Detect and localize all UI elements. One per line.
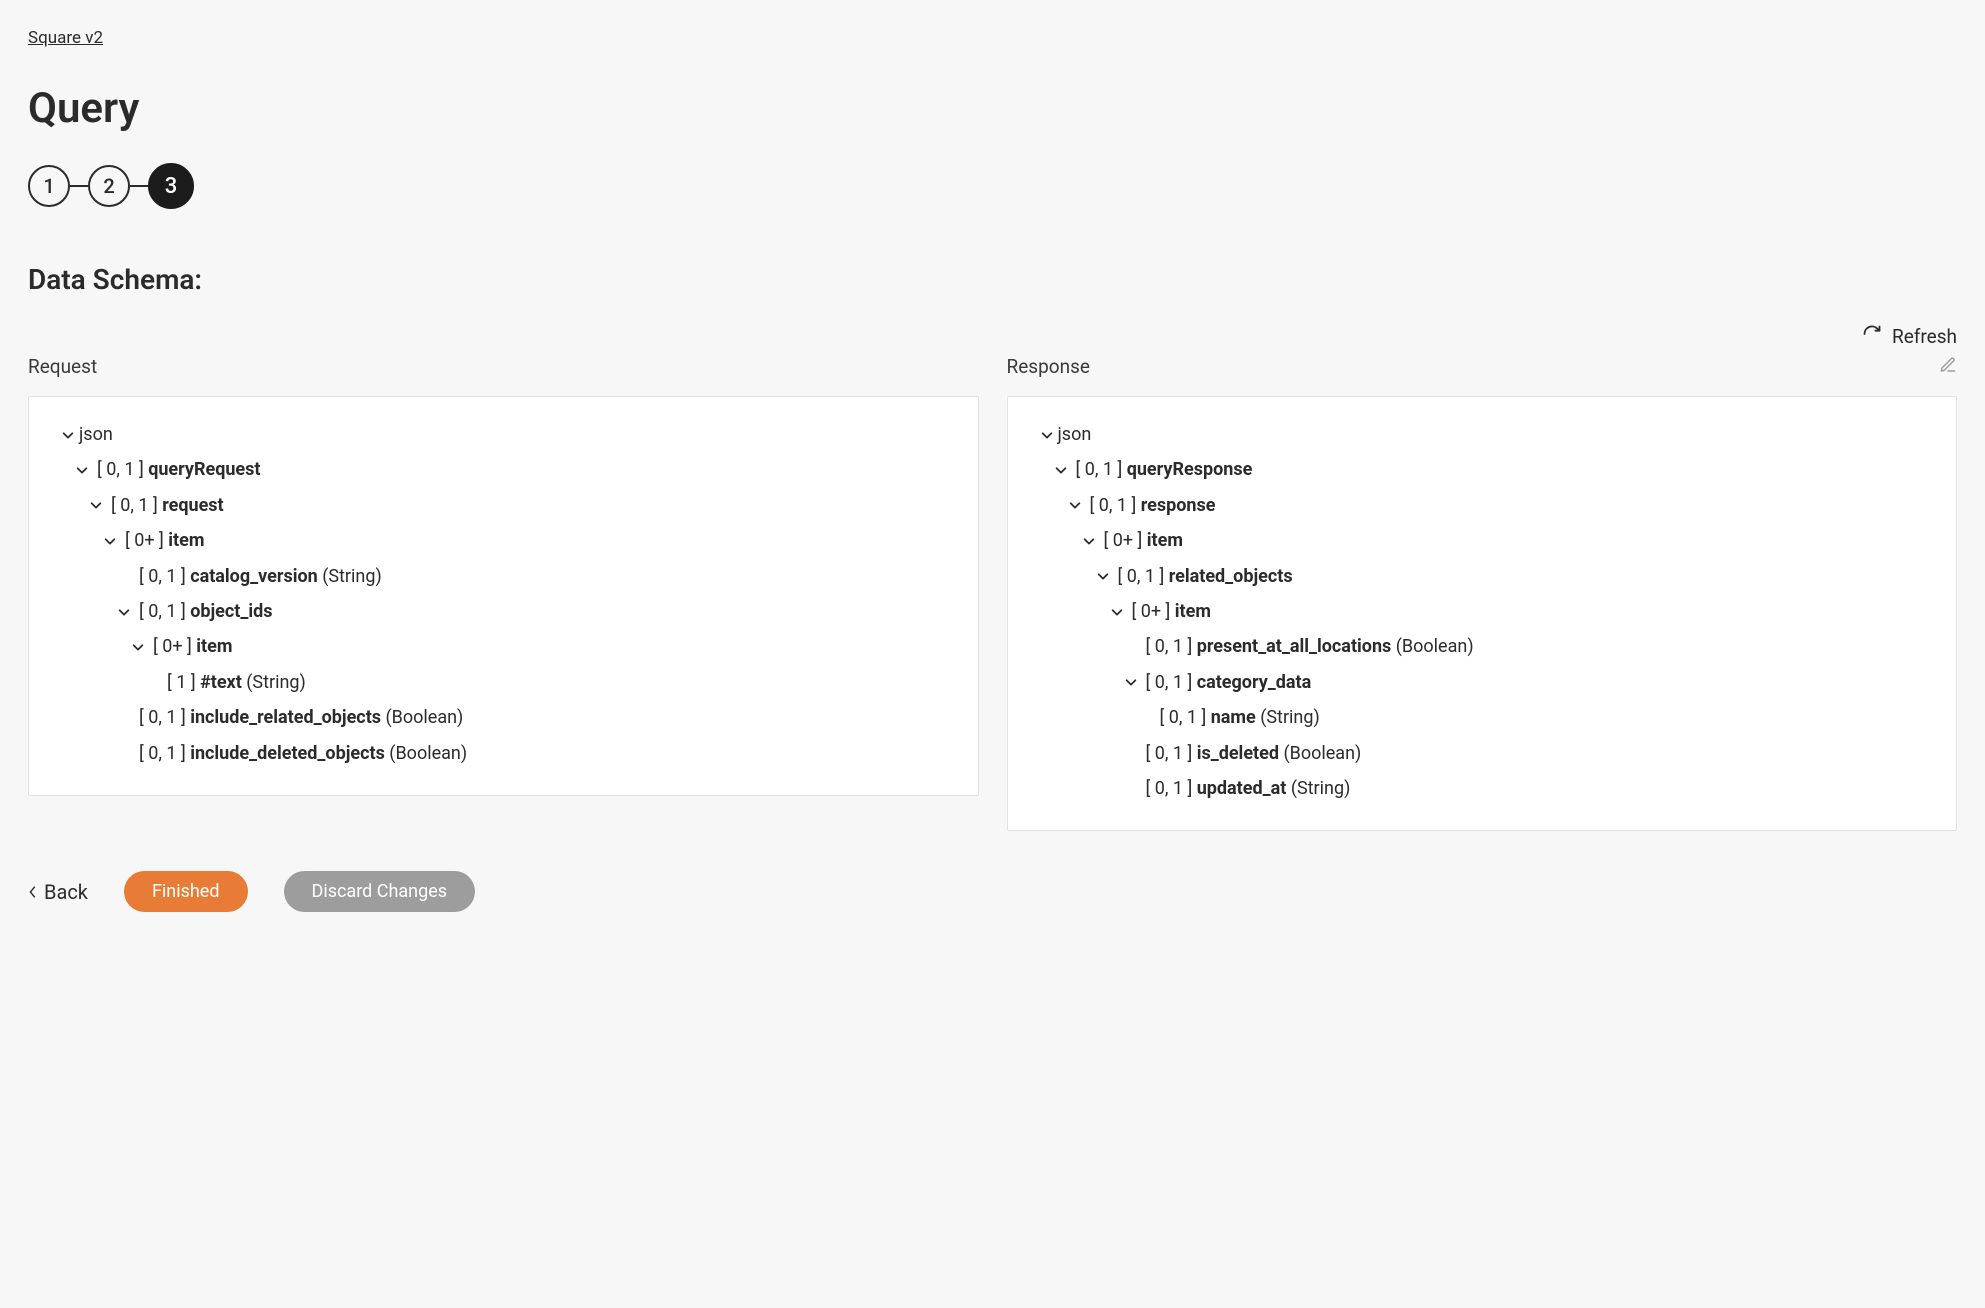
tree-node-label: [ 0, 1 ] updated_at (String) [1142, 777, 1351, 800]
stepper: 123 [28, 163, 1957, 209]
refresh-icon [1862, 324, 1882, 349]
tree-node-label: [ 0, 1 ] response [1086, 494, 1216, 517]
tree-row: json [1036, 417, 1929, 452]
tree-node-label: [ 0+ ] item [1100, 529, 1183, 552]
tree-row: [ 0, 1 ] category_data [1120, 665, 1929, 700]
tree-row: [ 0, 1 ] request [85, 488, 950, 523]
chevron-down-icon[interactable] [1120, 675, 1142, 689]
chevron-down-icon[interactable] [1078, 534, 1100, 548]
chevron-down-icon[interactable] [1050, 463, 1072, 477]
chevron-down-icon[interactable] [1036, 428, 1058, 442]
step-3[interactable]: 3 [148, 163, 194, 209]
tree-node-label: [ 0, 1 ] queryRequest [93, 458, 261, 481]
tree-node-label: json [79, 423, 113, 446]
step-connector [130, 185, 148, 187]
step-2[interactable]: 2 [88, 165, 130, 207]
tree-row: [ 0+ ] item [1078, 523, 1929, 558]
tree-row: [ 0, 1 ] object_ids [113, 594, 950, 629]
refresh-label: Refresh [1892, 325, 1957, 348]
back-button[interactable]: Back [28, 880, 88, 904]
chevron-down-icon[interactable] [1106, 605, 1128, 619]
tree-row: [ 0+ ] item [99, 523, 950, 558]
chevron-down-icon[interactable] [99, 534, 121, 548]
discard-button[interactable]: Discard Changes [284, 871, 476, 912]
tree-node-label: [ 0, 1 ] is_deleted (Boolean) [1142, 742, 1362, 765]
tree-node-label: [ 0, 1 ] include_related_objects (Boolea… [135, 706, 463, 729]
chevron-down-icon[interactable] [1064, 498, 1086, 512]
tree-row: [ 0, 1 ] is_deleted (Boolean) [1120, 736, 1929, 771]
tree-node-label: [ 0, 1 ] queryResponse [1072, 458, 1253, 481]
tree-row: [ 0, 1 ] include_deleted_objects (Boolea… [113, 736, 950, 771]
tree-row: json [57, 417, 950, 452]
response-label: Response [1007, 355, 1958, 378]
edit-icon[interactable] [1939, 356, 1957, 378]
tree-row: [ 0, 1 ] queryRequest [71, 452, 950, 487]
tree-node-label: [ 0+ ] item [121, 529, 204, 552]
tree-node-label: [ 0, 1 ] name (String) [1156, 706, 1320, 729]
tree-node-label: [ 0+ ] item [149, 635, 232, 658]
tree-row: [ 0, 1 ] present_at_all_locations (Boole… [1120, 629, 1929, 664]
tree-node-label: [ 1 ] #text (String) [163, 671, 306, 694]
response-tree: json [ 0, 1 ] queryResponse [ 0, 1 ] respo… [1007, 396, 1958, 831]
finished-button[interactable]: Finished [124, 871, 248, 912]
chevron-down-icon[interactable] [85, 498, 107, 512]
chevron-down-icon[interactable] [1092, 569, 1114, 583]
tree-row: [ 0, 1 ] include_related_objects (Boolea… [113, 700, 950, 735]
request-tree: json [ 0, 1 ] queryRequest [ 0, 1 ] reques… [28, 396, 979, 796]
tree-node-label: [ 0, 1 ] catalog_version (String) [135, 565, 382, 588]
refresh-button[interactable]: Refresh [1862, 324, 1957, 349]
request-pane: Request json [ 0, 1 ] queryRequest [ 0, 1 … [28, 355, 979, 831]
tree-node-label: [ 0, 1 ] present_at_all_locations (Boole… [1142, 635, 1474, 658]
chevron-down-icon[interactable] [57, 428, 79, 442]
tree-row: [ 1 ] #text (String) [141, 665, 950, 700]
tree-row: [ 0, 1 ] response [1064, 488, 1929, 523]
tree-node-label: [ 0+ ] item [1128, 600, 1211, 623]
tree-row: [ 0+ ] item [127, 629, 950, 664]
tree-row: [ 0, 1 ] related_objects [1092, 559, 1929, 594]
tree-row: [ 0, 1 ] name (String) [1134, 700, 1929, 735]
tree-node-label: [ 0, 1 ] object_ids [135, 600, 273, 623]
tree-node-label: [ 0, 1 ] related_objects [1114, 565, 1293, 588]
tree-row: [ 0+ ] item [1106, 594, 1929, 629]
tree-node-label: [ 0, 1 ] category_data [1142, 671, 1312, 694]
breadcrumb-link[interactable]: Square v2 [28, 28, 103, 48]
back-label: Back [44, 880, 88, 904]
step-1[interactable]: 1 [28, 165, 70, 207]
chevron-down-icon[interactable] [127, 640, 149, 654]
page-title: Query [28, 84, 1957, 133]
step-connector [70, 185, 88, 187]
tree-node-label: [ 0, 1 ] request [107, 494, 224, 517]
response-pane: Response json [ 0, 1 ] queryResponse [ 0, … [1007, 355, 1958, 831]
chevron-down-icon[interactable] [71, 463, 93, 477]
section-title: Data Schema: [28, 263, 1957, 296]
tree-row: [ 0, 1 ] catalog_version (String) [113, 559, 950, 594]
tree-row: [ 0, 1 ] queryResponse [1050, 452, 1929, 487]
tree-row: [ 0, 1 ] updated_at (String) [1120, 771, 1929, 806]
tree-node-label: json [1058, 423, 1092, 446]
chevron-down-icon[interactable] [113, 605, 135, 619]
tree-node-label: [ 0, 1 ] include_deleted_objects (Boolea… [135, 742, 467, 765]
request-label: Request [28, 355, 979, 378]
